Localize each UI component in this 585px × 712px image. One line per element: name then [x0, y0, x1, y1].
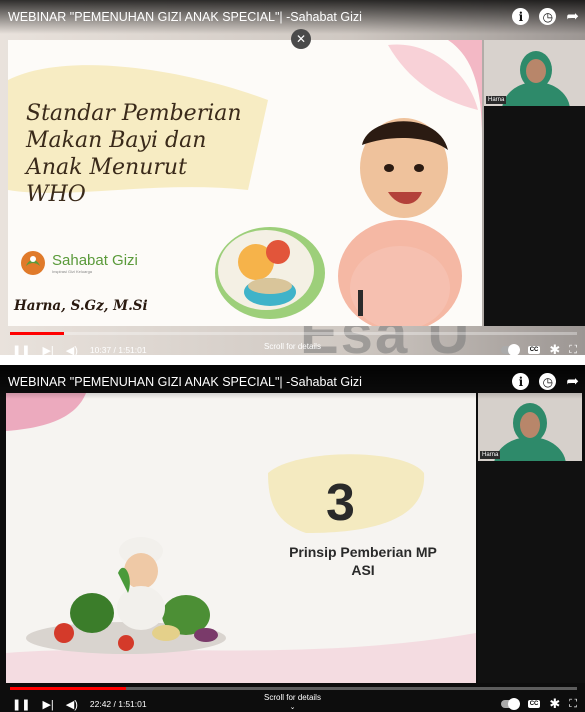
info-icon[interactable]: i [512, 373, 530, 390]
gear-icon[interactable]: ✱ [549, 696, 560, 712]
captions-icon[interactable]: CC [527, 700, 541, 708]
slide-heading-line: Makan Bayi dan [26, 128, 207, 153]
close-icon[interactable]: ✕ [291, 29, 311, 49]
camera-empty-area [478, 461, 585, 683]
video-title[interactable]: WEBINAR "PEMENUHAN GIZI ANAK SPECIAL"| -… [8, 375, 362, 389]
progress-bar[interactable] [10, 687, 577, 690]
title-bar: WEBINAR "PEMENUHAN GIZI ANAK SPECIAL"| -… [0, 0, 585, 34]
slide-subtitle-line: ASI [351, 562, 375, 578]
video-title[interactable]: WEBINAR "PEMENUHAN GIZI ANAK SPECIAL"| -… [8, 10, 362, 24]
sahabat-gizi-logo-icon [21, 251, 45, 275]
scroll-hint[interactable]: Scroll for details ⌄ [0, 342, 585, 355]
video-player-2[interactable]: 3 Prinsip Pemberian MP ASI Harna WEBINAR… [0, 365, 585, 712]
progress-bar[interactable] [10, 332, 577, 335]
captions-icon[interactable]: CC [527, 346, 541, 354]
watch-later-icon[interactable]: ◷ [539, 373, 557, 390]
watch-later-icon[interactable]: ◷ [539, 8, 557, 25]
fullscreen-icon[interactable]: ⛶ [569, 698, 577, 711]
brand-name: Sahabat Gizi [52, 252, 138, 269]
share-icon[interactable]: ➦ [566, 8, 579, 25]
presenter-name-label: Harna [486, 96, 507, 104]
slide-author: Harna, S.Gz, M.Si [14, 298, 148, 314]
slide-heading-line: WHO [26, 182, 86, 207]
gear-icon[interactable]: ✱ [549, 342, 560, 355]
player-controls: ❚❚ ▶| ◀) 22:42 / 1:51:01 Scroll for deta… [0, 691, 585, 712]
slide: 3 Prinsip Pemberian MP ASI [6, 393, 476, 683]
scroll-hint-label: Scroll for details [264, 693, 321, 702]
video-stage: 3 Prinsip Pemberian MP ASI Harna [0, 365, 585, 712]
player-controls: ❚❚ ▶| ◀) 10:37 / 1:51:01 Scroll for deta… [0, 337, 585, 355]
slide-subtitle: Prinsip Pemberian MP ASI [268, 543, 458, 579]
chevron-down-icon: ⌄ [289, 704, 296, 711]
chevron-down-icon: ⌄ [290, 353, 296, 355]
scroll-hint-label: Scroll for details [264, 342, 321, 351]
autoplay-toggle-icon[interactable] [500, 698, 520, 710]
slide: Standar Pemberian Makan Bayi dan Anak Me… [8, 40, 482, 326]
slide-heading: Standar Pemberian Makan Bayi dan Anak Me… [26, 100, 242, 208]
progress-fill [10, 687, 127, 690]
slide-subtitle-line: Prinsip Pemberian MP [289, 544, 437, 560]
info-icon[interactable]: i [512, 8, 530, 25]
slide-heading-line: Anak Menurut [26, 155, 187, 180]
share-icon[interactable]: ➦ [566, 373, 579, 390]
scroll-hint[interactable]: Scroll for details ⌄ [0, 693, 585, 711]
progress-fill [10, 332, 65, 335]
slide-number: 3 [326, 474, 355, 532]
brand-logo: Sahabat Gizi Inspirasi Gizi Keluarga [20, 250, 138, 276]
title-bar: WEBINAR "PEMENUHAN GIZI ANAK SPECIAL"| -… [0, 365, 585, 399]
presenter-name-label: Harna [480, 451, 501, 459]
presenter-camera: Harna [478, 393, 582, 461]
video-stage: Esa U versitas [0, 0, 585, 355]
camera-empty-area [484, 106, 585, 326]
autoplay-toggle-icon[interactable] [500, 344, 520, 355]
fullscreen-icon[interactable]: ⛶ [569, 344, 577, 356]
slide-heading-line: Standar Pemberian [26, 101, 242, 126]
video-player-1[interactable]: Esa U versitas [0, 0, 585, 355]
slide-decor [6, 393, 476, 683]
brand-tagline: Inspirasi Gizi Keluarga [52, 269, 93, 274]
presenter-camera: Harna [484, 40, 585, 106]
